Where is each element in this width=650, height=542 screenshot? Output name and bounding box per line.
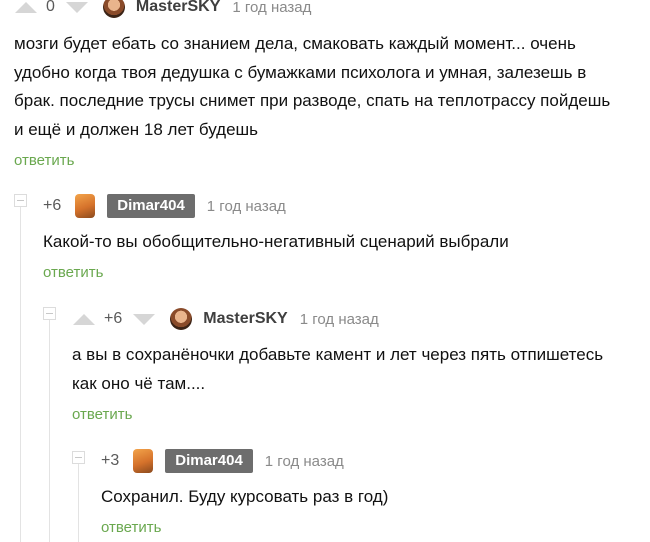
thread-line bbox=[20, 206, 21, 542]
comment-author[interactable]: MasterSKY bbox=[136, 0, 220, 16]
downvote-icon[interactable] bbox=[65, 0, 89, 14]
reply-link[interactable]: ответить bbox=[101, 519, 161, 536]
reply-link[interactable]: ответить bbox=[72, 406, 132, 423]
comment-text: а вы в сохранёночки добавьте камент и ле… bbox=[72, 345, 604, 393]
comment-author[interactable]: Dimar404 bbox=[165, 449, 253, 473]
comment-text: мозги будет ебать со знанием дела, смако… bbox=[14, 34, 611, 139]
reply-link[interactable]: ответить bbox=[14, 152, 74, 169]
comment-rating: 0 bbox=[46, 0, 55, 15]
comment-rating: +3 bbox=[101, 452, 120, 469]
collapse-toggle[interactable] bbox=[14, 194, 27, 207]
comment-author[interactable]: MasterSKY bbox=[203, 310, 287, 328]
thread-line bbox=[78, 463, 79, 542]
upvote-icon[interactable] bbox=[14, 0, 38, 14]
comment-header: +6 MasterSKY 1 год назад bbox=[72, 304, 379, 334]
collapse-toggle[interactable] bbox=[43, 307, 56, 320]
thread-line bbox=[49, 319, 50, 542]
upvote-icon[interactable] bbox=[72, 312, 96, 326]
avatar[interactable] bbox=[170, 308, 193, 330]
comment-time[interactable]: 1 год назад bbox=[265, 453, 344, 470]
comment-header: +6 Dimar404 1 год назад bbox=[43, 191, 286, 221]
comment-header: 0 MasterSKY 1 год назад bbox=[14, 0, 311, 22]
comment-text: Какой-то вы обобщительно-негативный сцен… bbox=[43, 232, 509, 251]
comment-text: Сохранил. Буду курсовать раз в год) bbox=[101, 487, 389, 506]
comment-author[interactable]: Dimar404 bbox=[107, 194, 195, 218]
avatar[interactable] bbox=[133, 449, 154, 473]
comment-time[interactable]: 1 год назад bbox=[207, 198, 286, 215]
comment-rating: +6 bbox=[104, 310, 123, 327]
downvote-icon[interactable] bbox=[132, 312, 156, 326]
comment-rating: +6 bbox=[43, 197, 62, 214]
comment-time[interactable]: 1 год назад bbox=[232, 0, 311, 16]
avatar[interactable] bbox=[75, 194, 96, 218]
collapse-toggle[interactable] bbox=[72, 451, 85, 464]
avatar[interactable] bbox=[102, 0, 125, 18]
comments-thread: 0 MasterSKY 1 год назад мозги будет ебат… bbox=[0, 0, 650, 542]
comment-header: +3 Dimar404 1 год назад bbox=[101, 446, 344, 476]
reply-link[interactable]: ответить bbox=[43, 264, 103, 281]
comment-time[interactable]: 1 год назад bbox=[300, 311, 379, 328]
